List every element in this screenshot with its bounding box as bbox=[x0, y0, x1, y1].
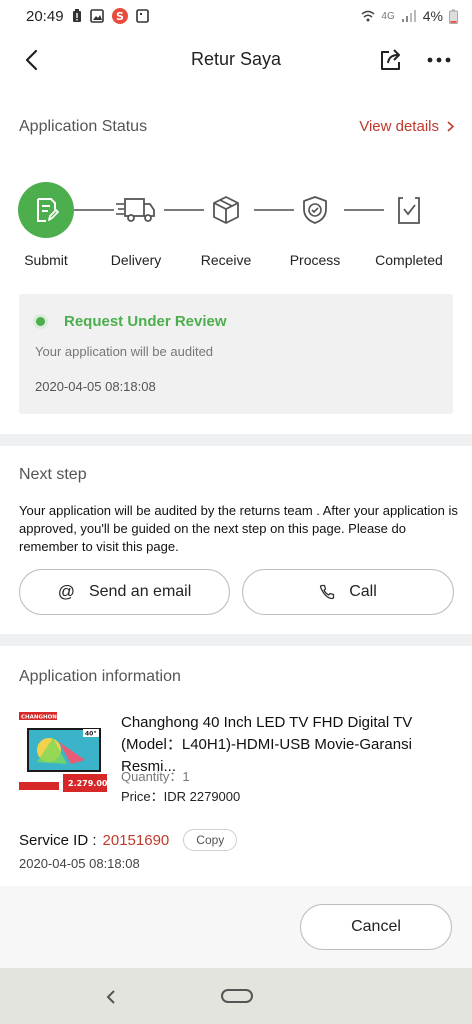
step-completed: Completed bbox=[364, 182, 454, 268]
step-delivery: Delivery bbox=[91, 182, 181, 268]
app-notification-icon: S bbox=[111, 8, 128, 24]
phone-icon bbox=[320, 584, 335, 600]
quantity-value: 1 bbox=[182, 769, 190, 784]
view-details-link[interactable]: View details bbox=[359, 118, 454, 135]
status-bar: 20:49 S 4G 4% bbox=[0, 0, 472, 32]
battery-alert-icon bbox=[72, 9, 82, 23]
step-label: Submit bbox=[24, 252, 68, 268]
share-icon bbox=[381, 49, 400, 70]
more-horizontal-icon bbox=[427, 57, 451, 63]
application-info-card: Application information CHANGHONG 40" 2.… bbox=[0, 646, 472, 886]
chevron-right-icon bbox=[447, 121, 454, 132]
signal-icon bbox=[401, 9, 417, 23]
svg-text:40": 40" bbox=[85, 731, 96, 738]
step-receive: Receive bbox=[181, 182, 271, 268]
gallery-icon bbox=[89, 9, 104, 23]
review-status-box: Request Under Review Your application wi… bbox=[19, 294, 453, 414]
step-label: Receive bbox=[200, 252, 252, 268]
battery-icon bbox=[449, 9, 458, 24]
review-title: Request Under Review bbox=[64, 313, 227, 330]
network-type: 4G bbox=[381, 10, 395, 22]
share-button[interactable] bbox=[376, 45, 406, 75]
product-quantity: Quantity：1 bbox=[121, 766, 190, 785]
call-button[interactable]: Call bbox=[242, 569, 454, 615]
product-image: CHANGHONG 40" 2.279.000 bbox=[19, 712, 113, 798]
sim-icon bbox=[135, 9, 149, 23]
cancel-button[interactable]: Cancel bbox=[300, 904, 452, 950]
service-id-label: Service ID : bbox=[19, 831, 97, 849]
price-label: Price： bbox=[121, 789, 164, 804]
application-info-title: Application information bbox=[19, 668, 181, 685]
wifi-icon bbox=[361, 9, 375, 23]
clipboard-check-icon bbox=[381, 182, 437, 238]
step-label: Process bbox=[289, 252, 341, 268]
next-step-description: Your application will be audited by the … bbox=[19, 503, 458, 554]
review-date: 2020-04-05 08:18:08 bbox=[35, 379, 156, 394]
product-image-brand: CHANGHONG bbox=[21, 715, 62, 721]
submit-document-icon bbox=[18, 182, 74, 238]
price-value: IDR 2279000 bbox=[163, 789, 241, 804]
bottom-action-bar: Cancel bbox=[0, 886, 472, 968]
battery-percent: 4% bbox=[422, 8, 443, 24]
step-label: Delivery bbox=[110, 252, 162, 268]
nav-home-button[interactable] bbox=[221, 989, 253, 1003]
service-id-value: 20151690 bbox=[102, 831, 170, 849]
package-icon bbox=[198, 182, 254, 238]
truck-icon bbox=[108, 182, 164, 238]
next-step-card: Next step Your application will be audit… bbox=[0, 446, 472, 634]
product-image-price: 2.279.000 bbox=[68, 779, 107, 788]
step-process: Process bbox=[270, 182, 360, 268]
nav-back-button[interactable] bbox=[100, 986, 122, 1008]
step-submit: Submit bbox=[1, 182, 91, 268]
call-label: Call bbox=[349, 583, 377, 600]
application-status-card: Application Status View details Submit D… bbox=[0, 88, 472, 434]
more-options-button[interactable] bbox=[424, 45, 454, 75]
nav-back-icon bbox=[106, 990, 115, 1004]
next-step-title: Next step bbox=[19, 466, 87, 483]
service-date: 2020-04-05 08:18:08 bbox=[19, 856, 140, 871]
service-id-row: Service ID : 20151690 Copy bbox=[19, 829, 238, 851]
view-details-label: View details bbox=[359, 118, 439, 135]
status-dot bbox=[36, 317, 45, 326]
application-status-title: Application Status bbox=[19, 118, 148, 135]
product-price: Price：IDR 2279000 bbox=[121, 786, 240, 805]
copy-button[interactable]: Copy bbox=[183, 829, 238, 851]
review-subtitle: Your application will be audited bbox=[35, 344, 214, 359]
quantity-label: Quantity： bbox=[121, 769, 183, 784]
send-email-label: Send an email bbox=[88, 583, 192, 600]
header: Retur Saya bbox=[0, 32, 472, 88]
step-label: Completed bbox=[375, 252, 443, 268]
status-time: 20:49 bbox=[26, 7, 64, 25]
system-nav-bar bbox=[0, 968, 472, 1024]
send-email-button[interactable]: @ Send an email bbox=[19, 569, 230, 615]
progress-steps: Submit Delivery Receive Process Complete… bbox=[0, 182, 472, 272]
svg-text:S: S bbox=[116, 10, 124, 23]
shield-check-icon bbox=[287, 182, 343, 238]
at-sign-icon: @ bbox=[57, 582, 75, 601]
